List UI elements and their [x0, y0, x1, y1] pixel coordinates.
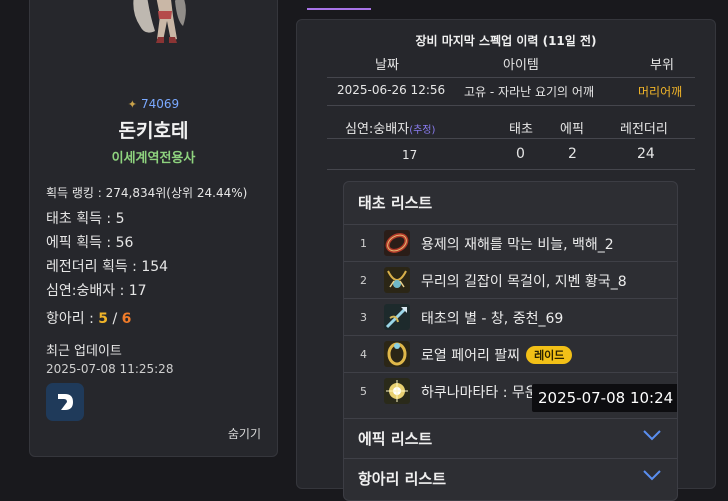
- count-value-epic: 2: [568, 146, 577, 162]
- date-tooltip: 2025-07-08 10:24: [532, 384, 677, 412]
- item-number: 5: [360, 385, 367, 398]
- count-value-shimyeon: 17: [402, 148, 418, 162]
- count-value-legendary: 24: [637, 146, 655, 162]
- dundam-app-button[interactable]: [46, 383, 84, 421]
- acquisition-rank: 획득 랭킹 : 274,834위(상위 24.44%): [46, 186, 248, 200]
- adventure-rank: ✦ 74069: [30, 97, 277, 111]
- chevron-down-icon: [643, 430, 661, 441]
- count-header-shimyeon-label: 심연:숭배자: [345, 122, 410, 137]
- list-item[interactable]: 2 무리의 길잡이 목걸이, 지벤 황국_8: [344, 261, 677, 298]
- legendary-count: 레전더리 획득 : 154: [46, 259, 169, 275]
- epic-list-toggle[interactable]: 에픽 리스트: [344, 418, 677, 455]
- list-item[interactable]: 1 용제의 재해를 막는 비늘, 백해_2: [344, 224, 677, 261]
- hide-button[interactable]: 숨기기: [228, 425, 261, 442]
- character-job: 이세계역전용사: [111, 151, 196, 166]
- count-header-shimyeon: 심연:숭배자(추정): [345, 118, 435, 137]
- item-label-text: 로열 페어리 팔찌: [421, 348, 521, 364]
- count-header-legendary: 레전더리: [620, 122, 668, 137]
- count-header-taecho: 태초: [509, 122, 533, 137]
- character-name: 돈키호테: [118, 120, 189, 142]
- item-label: 무리의 길잡이 목걸이, 지벤 황국_8: [421, 274, 627, 290]
- raid-badge: 레이드: [526, 346, 573, 364]
- hangari-label: 항아리 :: [46, 311, 99, 327]
- history-row-date: 2025-06-26 12:56: [337, 83, 446, 97]
- character-profile-card: ✦ 74069 돈키호테 이세계역전용사 획득 랭킹 : 274,834위(상위 …: [29, 0, 278, 457]
- item-label: 로열 페어리 팔찌 레이드: [421, 345, 573, 365]
- divider: [327, 138, 695, 139]
- item-label: 용제의 재해를 막는 비늘, 백해_2: [421, 237, 614, 253]
- hangari-value-2: 6: [121, 311, 132, 327]
- history-row-slot: 머리어깨: [638, 85, 683, 99]
- emblem-icon: [384, 378, 410, 404]
- count-header-epic: 에픽: [560, 122, 584, 137]
- hangari-separator: /: [108, 311, 122, 327]
- hangari-count: 항아리 : 5 / 6: [46, 308, 131, 328]
- active-tab-indicator: [307, 8, 371, 10]
- history-header-item: 아이템: [503, 58, 539, 73]
- taecho-count: 태초 획득 : 5: [46, 211, 125, 227]
- history-title: 장비 마지막 스펙업 이력 (11일 전): [415, 34, 597, 48]
- update-label: 최근 업데이트: [46, 344, 122, 359]
- divider: [327, 77, 695, 78]
- spear-icon: [384, 304, 410, 330]
- history-header-slot: 부위: [650, 58, 674, 73]
- item-number: 3: [360, 311, 367, 324]
- hangari-list-title: 항아리 리스트: [358, 470, 447, 488]
- taecho-list-title: 태초 리스트: [358, 194, 433, 212]
- list-item[interactable]: 3 태초의 별 - 창, 중천_69: [344, 298, 677, 335]
- update-time: 2025-07-08 11:25:28: [46, 362, 174, 376]
- estimate-tag: (추정): [409, 125, 436, 136]
- divider: [327, 105, 695, 106]
- epic-count: 에픽 획득 : 56: [46, 235, 134, 251]
- item-number: 1: [360, 237, 367, 250]
- taecho-list-card: 태초 리스트 1 용제의 재해를 막는 비늘, 백해_2 2 무리의 길잡이 목…: [343, 181, 678, 501]
- history-header-date: 날짜: [375, 58, 399, 73]
- necklace-icon: [384, 267, 410, 293]
- item-number: 2: [360, 274, 367, 287]
- shimyeon-count: 심연:숭배자 : 17: [46, 283, 147, 299]
- bracelet-icon: [384, 341, 410, 367]
- hangari-list-toggle[interactable]: 항아리 리스트: [344, 458, 677, 495]
- adventure-rank-value: 74069: [141, 97, 180, 111]
- character-portrait: [133, 0, 186, 43]
- divider: [327, 169, 695, 170]
- item-number: 4: [360, 348, 367, 361]
- list-item[interactable]: 4 로열 페어리 팔찌 레이드: [344, 335, 677, 372]
- ring-icon: [384, 230, 410, 256]
- item-label: 태초의 별 - 창, 중천_69: [421, 311, 564, 327]
- epic-list-title: 에픽 리스트: [358, 430, 433, 448]
- history-row-item: 고유 - 자라난 요기의 어깨: [464, 85, 594, 99]
- count-value-taecho: 0: [516, 146, 525, 162]
- app-logo-icon: [58, 394, 73, 410]
- equipment-history-panel: 장비 마지막 스펙업 이력 (11일 전) 날짜 아이템 부위 2025-06-…: [296, 19, 716, 501]
- hangari-value-1: 5: [98, 311, 109, 327]
- chevron-down-icon: [643, 470, 661, 481]
- crest-icon: ✦: [127, 98, 138, 111]
